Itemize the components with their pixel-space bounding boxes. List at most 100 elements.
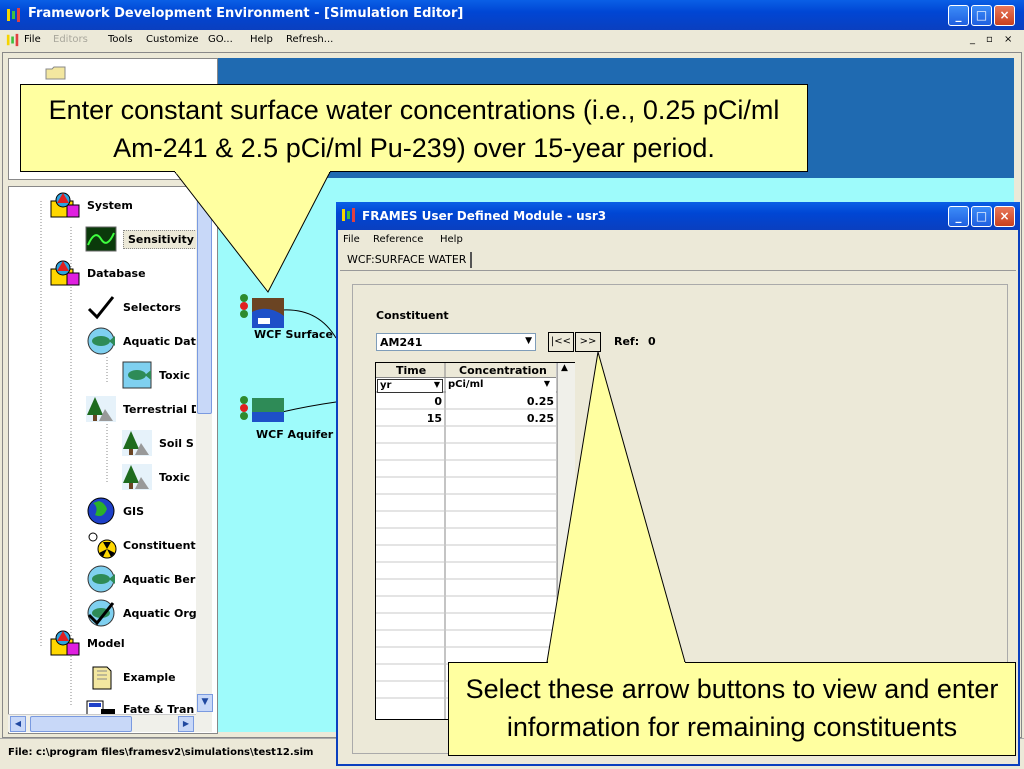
frames-doc-icon [6, 33, 19, 47]
tree-item-label: Constituent [123, 538, 196, 552]
menu-editors[interactable]: Editors [53, 34, 88, 45]
tree-item-label: Toxic [159, 368, 190, 382]
scroll-thumb[interactable] [197, 190, 212, 414]
callout-edge [21, 171, 175, 172]
sub-menu-help[interactable]: Help [440, 234, 463, 245]
module-tree[interactable]: System Sensitivity Database Selectors Aq… [8, 186, 218, 734]
tree-item-label: Aquatic Ber [123, 572, 196, 586]
tree-vertical-scrollbar[interactable]: ▼ [196, 186, 213, 732]
sub-minimize-button[interactable]: _ [948, 206, 969, 227]
time-unit-value: yr [380, 380, 392, 391]
fish-check-icon [85, 599, 117, 627]
tree-item-soil[interactable]: Soil S [121, 429, 194, 457]
next-constituent-button[interactable]: >> [575, 332, 601, 352]
sub-menu-file[interactable]: File [343, 234, 360, 245]
tree-item-toxic-terrestrial[interactable]: Toxic [121, 463, 190, 491]
callout-edge [330, 171, 808, 172]
tree-item-label: Database [87, 266, 146, 280]
menu-bar: File Editors Tools Customize GO... Help … [0, 30, 1024, 50]
tree-item-label: Terrestrial D [123, 402, 200, 416]
tree-item-terrestrial[interactable]: Terrestrial D [85, 395, 200, 423]
wcf-aquifer-label: WCF Aquifer I [256, 428, 342, 441]
wcf-aquifer-module-icon[interactable] [238, 394, 286, 424]
scroll-thumb[interactable] [30, 716, 132, 732]
model-icon [49, 629, 81, 657]
tab-divider [340, 270, 1016, 271]
chevron-down-icon: ▼ [525, 336, 532, 346]
scroll-up-button[interactable]: ▲ [561, 363, 568, 373]
time-unit-select[interactable]: yr ▼ [377, 379, 443, 393]
tree-item-aquatic-dat[interactable]: Aquatic Dat [85, 327, 196, 355]
menu-refresh[interactable]: Refresh... [286, 34, 333, 45]
mdi-close-button[interactable]: × [1004, 34, 1012, 45]
chevron-down-icon: ▼ [433, 380, 440, 389]
tree-item-aquatic-org[interactable]: Aquatic Org [85, 599, 197, 627]
maximize-button[interactable]: □ [971, 5, 992, 26]
scroll-left-button[interactable]: ◀ [10, 716, 26, 732]
tree-item-aquatic-ber[interactable]: Aquatic Ber [85, 565, 196, 593]
constituent-selected-value: AM241 [380, 336, 423, 349]
tree-item-label: Sensitivity [123, 229, 199, 249]
close-button[interactable]: × [994, 5, 1015, 26]
tree-item-system[interactable]: System [49, 192, 133, 218]
tree-item-label: Toxic [159, 470, 190, 484]
tree-item-constituent[interactable]: Constituent [85, 531, 196, 559]
callout-arrow-buttons: Select these arrow buttons to view and e… [448, 662, 1016, 756]
window-title: Framework Development Environment - [Sim… [28, 6, 464, 21]
table-cell-concentration[interactable]: 0.25 [496, 412, 554, 425]
tree-item-selectors[interactable]: Selectors [85, 293, 181, 321]
menu-help[interactable]: Help [250, 34, 273, 45]
tree-icon [85, 395, 117, 423]
globe-icon [85, 497, 117, 525]
constituent-select[interactable]: AM241 ▼ [376, 333, 536, 351]
tree-item-label: Example [123, 670, 176, 684]
fish-icon [121, 361, 153, 389]
folder-icon [45, 66, 66, 80]
menu-tools[interactable]: Tools [108, 34, 133, 45]
mdi-restore-button[interactable]: ▫ [986, 34, 993, 45]
table-cell-time[interactable]: 0 [414, 395, 442, 408]
tree-icon [121, 429, 153, 457]
prev-constituent-button[interactable]: |<< [548, 332, 574, 352]
sub-close-button[interactable]: × [994, 206, 1015, 227]
callout-instructions: Enter constant surface water concentrati… [20, 84, 808, 172]
tree-item-database[interactable]: Database [49, 260, 146, 286]
mdi-minimize-button[interactable]: _ [970, 34, 975, 45]
minimize-button[interactable]: _ [948, 5, 969, 26]
tree-horizontal-scrollbar[interactable]: ◀ ▶ [8, 714, 196, 732]
fish-icon [85, 327, 117, 355]
menu-customize[interactable]: Customize [146, 34, 199, 45]
tree-item-example[interactable]: Example [85, 665, 176, 690]
checkmark-icon [85, 293, 117, 321]
tree-item-model[interactable]: Model [49, 629, 125, 657]
scroll-down-button[interactable]: ▼ [197, 694, 213, 712]
tree-item-sensitivity[interactable]: Sensitivity [85, 226, 199, 252]
ref-value: 0 [648, 335, 656, 348]
concentration-unit-select[interactable]: pCi/ml ▼ [446, 379, 556, 393]
tree-item-label: Selectors [123, 300, 181, 314]
wcf-surface-module-icon[interactable] [238, 292, 286, 332]
tree-item-label: System [87, 198, 133, 212]
sub-window-title: FRAMES User Defined Module - usr3 [362, 209, 607, 223]
menu-file[interactable]: File [24, 34, 41, 45]
col-header-concentration: Concentration [459, 364, 547, 377]
sub-maximize-button[interactable]: □ [971, 206, 992, 227]
chevron-down-icon: ▼ [543, 379, 550, 388]
frames-app-icon [7, 8, 20, 22]
tab-surface-water[interactable]: WCF:SURFACE WATER [343, 252, 473, 268]
menu-go[interactable]: GO... [208, 34, 233, 45]
frames-app-icon [342, 208, 355, 222]
table-cell-time[interactable]: 15 [414, 412, 442, 425]
scroll-right-button[interactable]: ▶ [178, 716, 194, 732]
constituent-label: Constituent [376, 309, 449, 322]
tree-item-toxic-aquatic[interactable]: Toxic [121, 361, 190, 389]
wcf-surface-label: WCF Surface [254, 328, 333, 341]
tree-item-label: Soil S [159, 436, 194, 450]
tree-icon [121, 463, 153, 491]
table-cell-concentration[interactable]: 0.25 [496, 395, 554, 408]
sub-menu-reference[interactable]: Reference [373, 234, 423, 245]
tree-item-gis[interactable]: GIS [85, 497, 144, 525]
tree-item-label: Model [87, 636, 125, 650]
molecule-icon [85, 531, 117, 559]
col-header-time: Time [396, 364, 427, 377]
